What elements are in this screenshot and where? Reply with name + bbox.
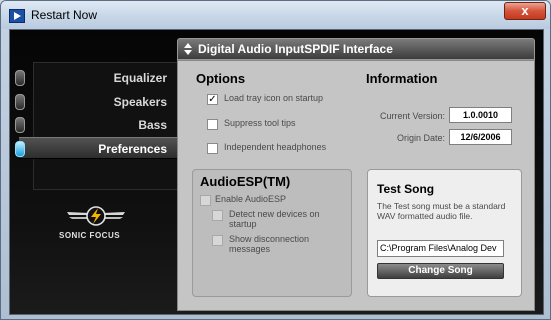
audioesp-group: AudioESP(TM) Enable AudioESP Detect new …: [192, 169, 352, 297]
header-bar: Digital Audio InputSPDIF Interface: [177, 38, 535, 60]
audioesp-heading: AudioESP(TM): [200, 174, 291, 189]
test-song-heading: Test Song: [377, 182, 435, 196]
tab-indicator-icon: [15, 141, 25, 157]
tab-indicator-icon: [15, 117, 25, 133]
detect-devices-checkbox[interactable]: [212, 210, 223, 221]
enable-audioesp-checkbox[interactable]: [200, 195, 211, 206]
checkbox-label: Suppress tool tips: [224, 118, 296, 128]
current-version-label: Current Version:: [379, 111, 445, 121]
app-icon: [9, 9, 25, 23]
information-heading: Information: [366, 71, 438, 86]
origin-date-label: Origin Date:: [396, 133, 445, 143]
sidebar-item-label: Bass: [138, 118, 167, 132]
test-song-description: The Test song must be a standard WAV for…: [377, 201, 506, 221]
window-title: Restart Now: [31, 8, 98, 22]
test-song-group: Test Song The Test song must be a standa…: [367, 169, 522, 297]
load-tray-checkbox[interactable]: ✓: [207, 94, 218, 105]
sort-arrows-icon[interactable]: [183, 42, 193, 56]
suppress-tooltips-checkbox[interactable]: [207, 119, 218, 130]
tab-indicator-icon: [15, 70, 25, 86]
sidebar-item-label: Preferences: [98, 142, 167, 156]
tab-indicator-icon: [15, 94, 25, 110]
checkbox-label: Show disconnection messages: [229, 234, 310, 254]
show-disconnection-checkbox[interactable]: [212, 235, 223, 246]
checkbox-label: Independent headphones: [224, 142, 327, 152]
sidebar-item-bass[interactable]: Bass: [15, 114, 179, 136]
logo-text: SONIC FOCUS: [59, 231, 121, 240]
checkbox-label: Detect new devices on startup: [229, 209, 320, 229]
options-heading: Options: [196, 71, 246, 86]
sidebar-item-preferences[interactable]: Preferences: [15, 137, 179, 159]
change-song-button[interactable]: Change Song: [377, 263, 504, 279]
interface-title: Digital Audio InputSPDIF Interface: [198, 42, 393, 56]
checkbox-label: Load tray icon on startup: [224, 93, 324, 103]
origin-date-value: 12/6/2006: [449, 129, 512, 145]
independent-headphones-checkbox[interactable]: [207, 143, 218, 154]
title-bar[interactable]: Restart Now x: [1, 1, 550, 29]
sidebar-item-label: Equalizer: [113, 71, 167, 85]
current-version-value: 1.0.0010: [449, 107, 512, 123]
application-window: Restart Now x Equalizer Speakers Bass Pr…: [0, 0, 551, 320]
close-button[interactable]: x: [504, 2, 546, 20]
sonic-focus-logo-icon: [67, 206, 125, 226]
preferences-panel: Options ✓ Load tray icon on startup Supp…: [177, 60, 535, 311]
checkbox-label: Enable AudioESP: [215, 194, 287, 204]
sidebar-item-equalizer[interactable]: Equalizer: [15, 67, 179, 89]
sidebar-item-label: Speakers: [113, 95, 167, 109]
song-path-field[interactable]: C:\Program Files\Analog Dev: [377, 240, 504, 257]
sidebar-item-speakers[interactable]: Speakers: [15, 91, 179, 113]
